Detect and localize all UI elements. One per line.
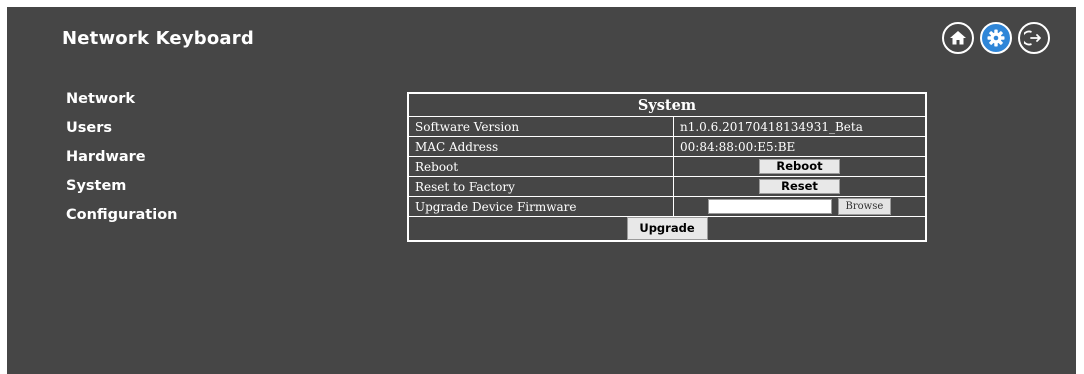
table-row: Reset to Factory Reset [408,176,926,197]
software-version-value: n1.0.6.20170418134931_Beta [673,116,926,137]
reboot-cell: Reboot [673,156,926,177]
mac-address-label: MAC Address [408,136,674,157]
sidebar-nav: Network Users Hardware System Configurat… [66,89,178,234]
table-row: Upgrade Device Firmware Browse [408,196,926,217]
app-title: Network Keyboard [62,28,254,49]
upgrade-button[interactable]: Upgrade [626,217,708,240]
sidebar-item-hardware[interactable]: Hardware [66,147,178,176]
reset-label: Reset to Factory [408,176,674,197]
table-row: Software Version n1.0.6.20170418134931_B… [408,116,926,137]
system-table: System Software Version n1.0.6.201704181… [408,93,926,241]
firmware-file-input[interactable] [707,199,832,214]
top-icon-bar [942,22,1050,54]
table-row: Reboot Reboot [408,156,926,177]
logout-icon[interactable] [1018,22,1050,54]
sidebar-item-users[interactable]: Users [66,118,178,147]
sidebar-item-configuration[interactable]: Configuration [66,205,178,234]
app-window: Network Keyboard Network Users Hardware … [7,7,1076,374]
reboot-label: Reboot [408,156,674,177]
browse-button[interactable]: Browse [837,198,892,215]
reset-cell: Reset [673,176,926,197]
sidebar-item-network[interactable]: Network [66,89,178,118]
firmware-file-cell: Browse [673,196,926,217]
home-icon[interactable] [942,22,974,54]
table-row: Upgrade [408,216,926,241]
table-row: MAC Address 00:84:88:00:E5:BE [408,136,926,157]
gear-icon[interactable] [980,22,1012,54]
reboot-button[interactable]: Reboot [759,159,840,174]
reset-button[interactable]: Reset [759,179,840,194]
system-panel: System Software Version n1.0.6.201704181… [407,92,927,242]
sidebar-item-system[interactable]: System [66,176,178,205]
upgrade-firmware-label: Upgrade Device Firmware [408,196,674,217]
software-version-label: Software Version [408,116,674,137]
system-heading: System [408,93,926,117]
upgrade-cell: Upgrade [408,216,926,241]
mac-address-value: 00:84:88:00:E5:BE [673,136,926,157]
